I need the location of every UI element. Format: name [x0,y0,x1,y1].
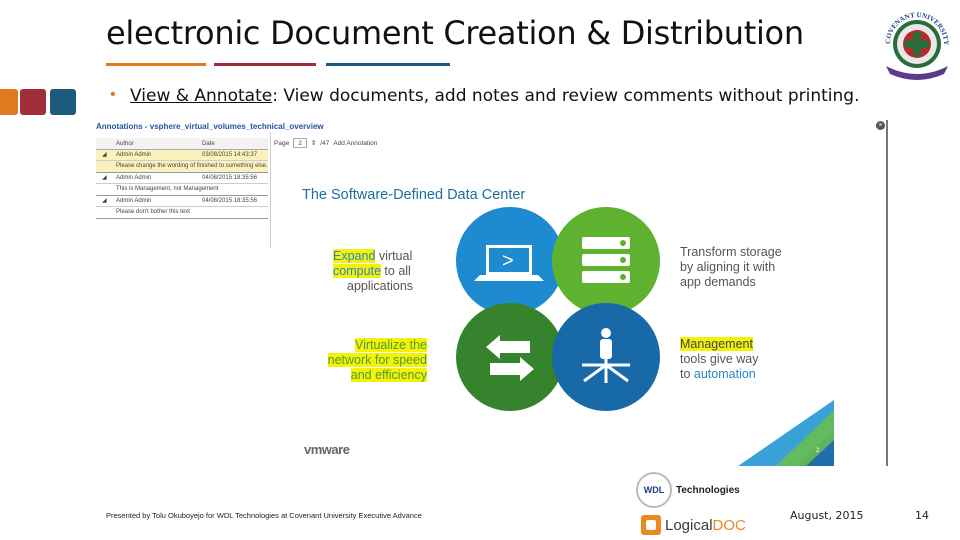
vmware-logo: vmware [304,442,350,457]
panel-divider [270,132,271,248]
slide-title: electronic Document Creation & Distribut… [106,14,804,52]
logicaldoc-part2: DOC [712,516,746,534]
viewer-border [886,120,888,466]
expand-word: Expand [333,249,376,263]
accent-square-red [20,89,46,115]
title-underline-red [214,63,316,66]
virtualize-line3: and efficiency [350,368,427,382]
wdl-badge: WDL [636,472,672,508]
accent-square-orange [0,89,18,115]
virtualize-text: Virtualize the network for speed and eff… [310,338,427,383]
server-stack-icon [582,237,630,283]
title-underline-orange [106,63,206,66]
annotations-panel-title: Annotations - vsphere_virtual_volumes_te… [96,122,324,131]
svg-text:>: > [502,250,514,272]
management-line2: tools give way [680,352,759,366]
page-label: Page [274,139,290,147]
monitor-icon: > [474,245,544,281]
annotation-note: Please don't bother this text [116,209,190,215]
person-network-icon [582,328,630,383]
accent-square-blue [50,89,76,115]
annotations-table: Author Date ◢ Admin Admin 03/08/2015 14:… [96,138,268,244]
transform-text: Transform storage by aligning it with ap… [680,245,782,290]
wdl-logo: WDL Technologies [636,472,740,508]
page-input[interactable]: 2 [293,138,307,148]
compute-circle: > [456,207,564,315]
annotations-header-row: Author Date [96,138,268,150]
expand-triangle-icon[interactable]: ◢ [102,198,107,205]
logicaldoc-part1: Logical [665,516,713,534]
virtualize-line1: Virtualize the [354,338,427,352]
compute-word: compute [333,264,381,278]
slide-number: 14 [915,509,929,522]
expand-triangle-icon[interactable]: ◢ [102,175,107,182]
footer-date: August, 2015 [790,509,864,522]
virtualize-network: network [327,353,372,367]
logicaldoc-wordmark: LogicalDOC [665,517,746,534]
expand-applications: applications [347,279,414,293]
arrows-icon [486,335,534,381]
sddc-title: The Software-Defined Data Center [302,187,526,203]
management-text: Management tools give way to automation [680,337,759,382]
bullet-text: : View documents, add notes and review c… [272,86,860,106]
transform-line2: by aligning it with [680,260,776,274]
annotation-row[interactable]: ◢ Admin Admin 04/08/2015 18:35:56 This i… [96,173,268,196]
virtualize-speed: for speed [371,353,427,367]
storage-circle [552,207,660,315]
transform-line1: Transform storage [680,245,782,259]
annotation-row[interactable]: ◢ Admin Admin 03/08/2015 14:43:37 Please… [96,150,268,173]
expand-to-all: to all [380,264,411,278]
corner-triangles-graphic [738,400,834,466]
annotation-note: Please change the wording of finished to… [116,163,268,169]
column-author[interactable]: Author [116,138,202,149]
footer-credit: Presented by Tolu Okuboyejo for WDL Tech… [106,511,422,520]
inner-page-number: 2 [816,448,820,454]
column-date[interactable]: Date [202,138,215,149]
annotation-author: Admin Admin [116,198,152,204]
university-logo: COVENANT UNIVERSITY [878,4,956,82]
page-total: /47 [320,139,330,147]
document-viewer-screenshot: Annotations - vsphere_virtual_volumes_te… [96,120,888,466]
logicaldoc-icon [641,515,661,535]
wdl-name: Technologies [676,484,740,496]
page-navigator: Page 2 ⇕ /47 Add Annotation [274,138,377,148]
annotation-date: 04/08/2015 18:35:56 [202,198,258,204]
add-annotation-button[interactable]: Add Annotation [333,140,377,147]
spinner-icon[interactable]: ⇕ [311,139,316,147]
annotation-date: 03/08/2015 14:43:37 [202,152,258,158]
expand-triangle-icon[interactable]: ◢ [102,152,107,159]
bullet-marker: • [110,86,116,103]
transform-line3: app demands [680,275,756,289]
expand-virtual: virtual [375,249,413,263]
vmware-wordmark: vmware [304,442,350,457]
bullet-heading: View & Annotate [130,86,273,106]
management-word: Management [680,337,753,351]
management-circle [552,303,660,411]
annotation-author: Admin Admin [116,175,152,181]
management-to: to [680,367,694,381]
management-automation: automation [693,367,756,381]
logicaldoc-logo: LogicalDOC [641,515,746,535]
close-icon[interactable]: × [876,121,885,130]
title-underline-blue [326,63,450,66]
annotation-row[interactable]: ◢ Admin Admin 04/08/2015 18:35:56 Please… [96,196,268,219]
annotation-date: 04/08/2015 18:35:56 [202,175,258,181]
annotation-author: Admin Admin [116,152,152,158]
annotation-note: This is Management, not Management [116,186,219,192]
network-circle [456,303,564,411]
bullet-item: View & Annotate: View documents, add not… [130,86,859,106]
expand-text: Expand virtual compute to all applicatio… [333,249,413,294]
